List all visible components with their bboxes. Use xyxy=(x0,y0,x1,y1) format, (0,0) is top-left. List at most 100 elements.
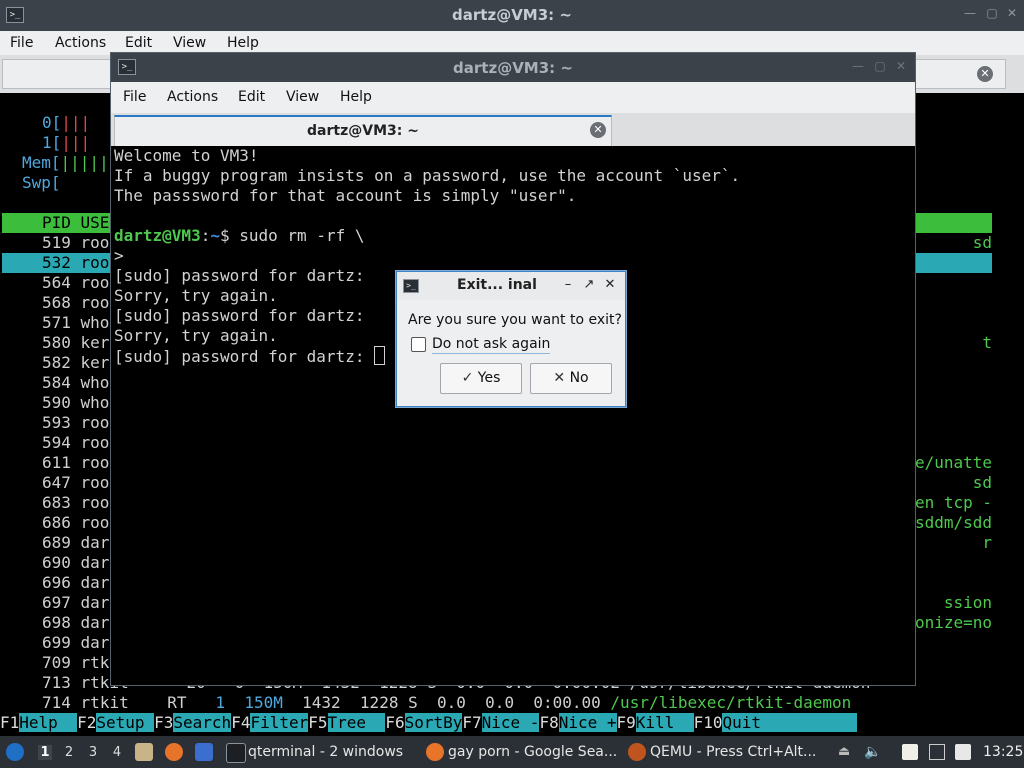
minimize-icon[interactable]: – xyxy=(561,277,575,292)
swap-meter: Swp[ xyxy=(22,173,61,192)
menu-file[interactable]: File xyxy=(123,89,146,105)
fkey-f10[interactable]: F10 xyxy=(693,713,723,732)
fkey-f7[interactable]: F7 xyxy=(462,713,482,732)
menu-view[interactable]: View xyxy=(173,35,206,51)
menu-edit[interactable]: Edit xyxy=(238,89,265,105)
pid-cell: 699 xyxy=(42,633,81,652)
pid-cell: 709 xyxy=(42,653,81,672)
notes-icon[interactable] xyxy=(955,744,971,760)
fkey-label[interactable]: SortBy xyxy=(404,713,463,732)
fkey-label[interactable]: Search xyxy=(173,713,232,732)
fkey-label[interactable]: Nice + xyxy=(558,713,617,732)
task-firefox[interactable]: gay porn - Google Sea... xyxy=(422,736,618,768)
menu-edit[interactable]: Edit xyxy=(125,35,152,51)
restore-icon[interactable]: ↗ xyxy=(582,277,596,292)
front-window-tab[interactable]: dartz@VM3: ~ ✕ xyxy=(114,115,612,147)
workspace-2[interactable]: 2 xyxy=(62,745,76,760)
menu-file[interactable]: File xyxy=(10,35,33,51)
pid-cell: 590 xyxy=(42,393,81,412)
maximize-icon[interactable]: ▢ xyxy=(985,6,999,20)
pid-cell: 696 xyxy=(42,573,81,592)
file-manager-icon[interactable] xyxy=(135,743,153,761)
user-cell: dar xyxy=(80,633,110,652)
network-icon[interactable] xyxy=(929,744,945,760)
fkey-f8[interactable]: F8 xyxy=(539,713,559,732)
workspace-3[interactable]: 3 xyxy=(86,745,100,760)
menu-view[interactable]: View xyxy=(286,89,319,105)
fkey-f1[interactable]: F1 xyxy=(0,713,20,732)
pid-cell: 594 xyxy=(42,433,81,452)
tab-close-icon[interactable]: ✕ xyxy=(590,122,606,138)
fkey-label[interactable]: Help xyxy=(19,713,78,732)
maximize-icon[interactable]: ▢ xyxy=(873,59,887,73)
task-qterminal[interactable]: qterminal - 2 windows xyxy=(222,736,418,768)
mem-meter: Mem[||||| xyxy=(22,153,109,172)
cpu0-meter: 0[||| xyxy=(42,113,91,132)
command-cell: r xyxy=(982,533,992,552)
qemu-icon xyxy=(628,743,646,761)
fkey-label[interactable]: Quit xyxy=(722,713,858,732)
cpu1-meter: 1[||| xyxy=(42,133,91,152)
back-window-title: dartz@VM3: ~ xyxy=(452,6,572,24)
no-button[interactable]: ✕ No xyxy=(530,363,612,394)
dialog-titlebar[interactable]: >_ Exit... inal – ↗ ✕ xyxy=(397,272,625,300)
fkey-label[interactable]: Kill xyxy=(635,713,694,732)
back-window-titlebar[interactable]: >_ dartz@VM3: ~ — ▢ ✕ xyxy=(0,0,1024,31)
close-icon[interactable]: ✕ xyxy=(894,59,908,73)
user-cell: who xyxy=(80,313,110,332)
minimize-icon[interactable]: — xyxy=(963,6,977,20)
fkey-label[interactable]: Setup xyxy=(96,713,155,732)
fkey-f3[interactable]: F3 xyxy=(154,713,174,732)
motd-line: If a buggy program insists on a password… xyxy=(114,166,741,185)
user-cell: roo xyxy=(80,233,110,252)
desktop-icon[interactable] xyxy=(195,743,213,761)
fkey-label[interactable]: Filter xyxy=(250,713,309,732)
tab-close-icon[interactable]: ✕ xyxy=(977,66,993,82)
fkey-f6[interactable]: F6 xyxy=(385,713,405,732)
user-cell: roo xyxy=(80,273,110,292)
menu-help[interactable]: Help xyxy=(340,89,372,105)
eject-icon[interactable]: ⏏ xyxy=(838,744,854,760)
command-cell: e/unatte xyxy=(914,453,993,472)
fkey-label[interactable]: Nice - xyxy=(481,713,540,732)
workspace-4[interactable]: 4 xyxy=(110,745,124,760)
clock[interactable]: 13:25 xyxy=(983,744,1023,760)
sudo-line: [sudo] password for dartz: xyxy=(114,306,365,325)
menu-actions[interactable]: Actions xyxy=(167,89,218,105)
sudo-line: [sudo] password for dartz: xyxy=(114,266,365,285)
user-cell: dar xyxy=(80,573,110,592)
minimize-icon[interactable]: — xyxy=(851,59,865,73)
menu-help[interactable]: Help xyxy=(227,35,259,51)
front-window-titlebar[interactable]: >_ dartz@VM3: ~ — ▢ ✕ xyxy=(111,53,915,82)
start-menu-icon[interactable] xyxy=(6,743,24,761)
user-cell: roo xyxy=(80,513,110,532)
fkey-f5[interactable]: F5 xyxy=(308,713,328,732)
terminal-output[interactable]: Welcome to VM3! If a buggy program insis… xyxy=(114,146,911,679)
volume-icon[interactable]: 🔈 xyxy=(864,744,881,760)
pid-cell: 593 xyxy=(42,413,81,432)
user-cell: dar xyxy=(80,553,110,572)
firefox-icon[interactable] xyxy=(165,743,183,761)
do-not-ask-label[interactable]: Do not ask again xyxy=(432,336,551,354)
menu-actions[interactable]: Actions xyxy=(55,35,106,51)
clipboard-icon[interactable] xyxy=(902,744,918,760)
user-cell: roo xyxy=(80,473,110,492)
process-row-714[interactable]: 714 rtkit RT 1 150M 1432 1228 S 0.0 0.0 … xyxy=(42,693,851,713)
user-cell: roo xyxy=(80,253,110,272)
user-cell: roo xyxy=(80,493,110,512)
yes-button[interactable]: ✓ Yes xyxy=(440,363,522,394)
fkey-label[interactable]: Tree xyxy=(327,713,386,732)
pid-cell: 698 xyxy=(42,613,81,632)
fkey-f4[interactable]: F4 xyxy=(231,713,251,732)
sudo-line: [sudo] password for dartz: xyxy=(114,346,386,367)
front-window-title: dartz@VM3: ~ xyxy=(453,59,573,77)
task-qemu[interactable]: QEMU - Press Ctrl+Alt... xyxy=(624,736,824,768)
close-icon[interactable]: ✕ xyxy=(1005,6,1019,20)
workspace-1[interactable]: 1 xyxy=(38,745,52,760)
user-cell: who xyxy=(80,373,110,392)
fkey-f9[interactable]: F9 xyxy=(616,713,636,732)
fkey-f2[interactable]: F2 xyxy=(77,713,97,732)
check-icon: ✓ xyxy=(461,370,474,386)
do-not-ask-checkbox[interactable] xyxy=(411,337,426,352)
close-icon[interactable]: ✕ xyxy=(603,277,617,292)
